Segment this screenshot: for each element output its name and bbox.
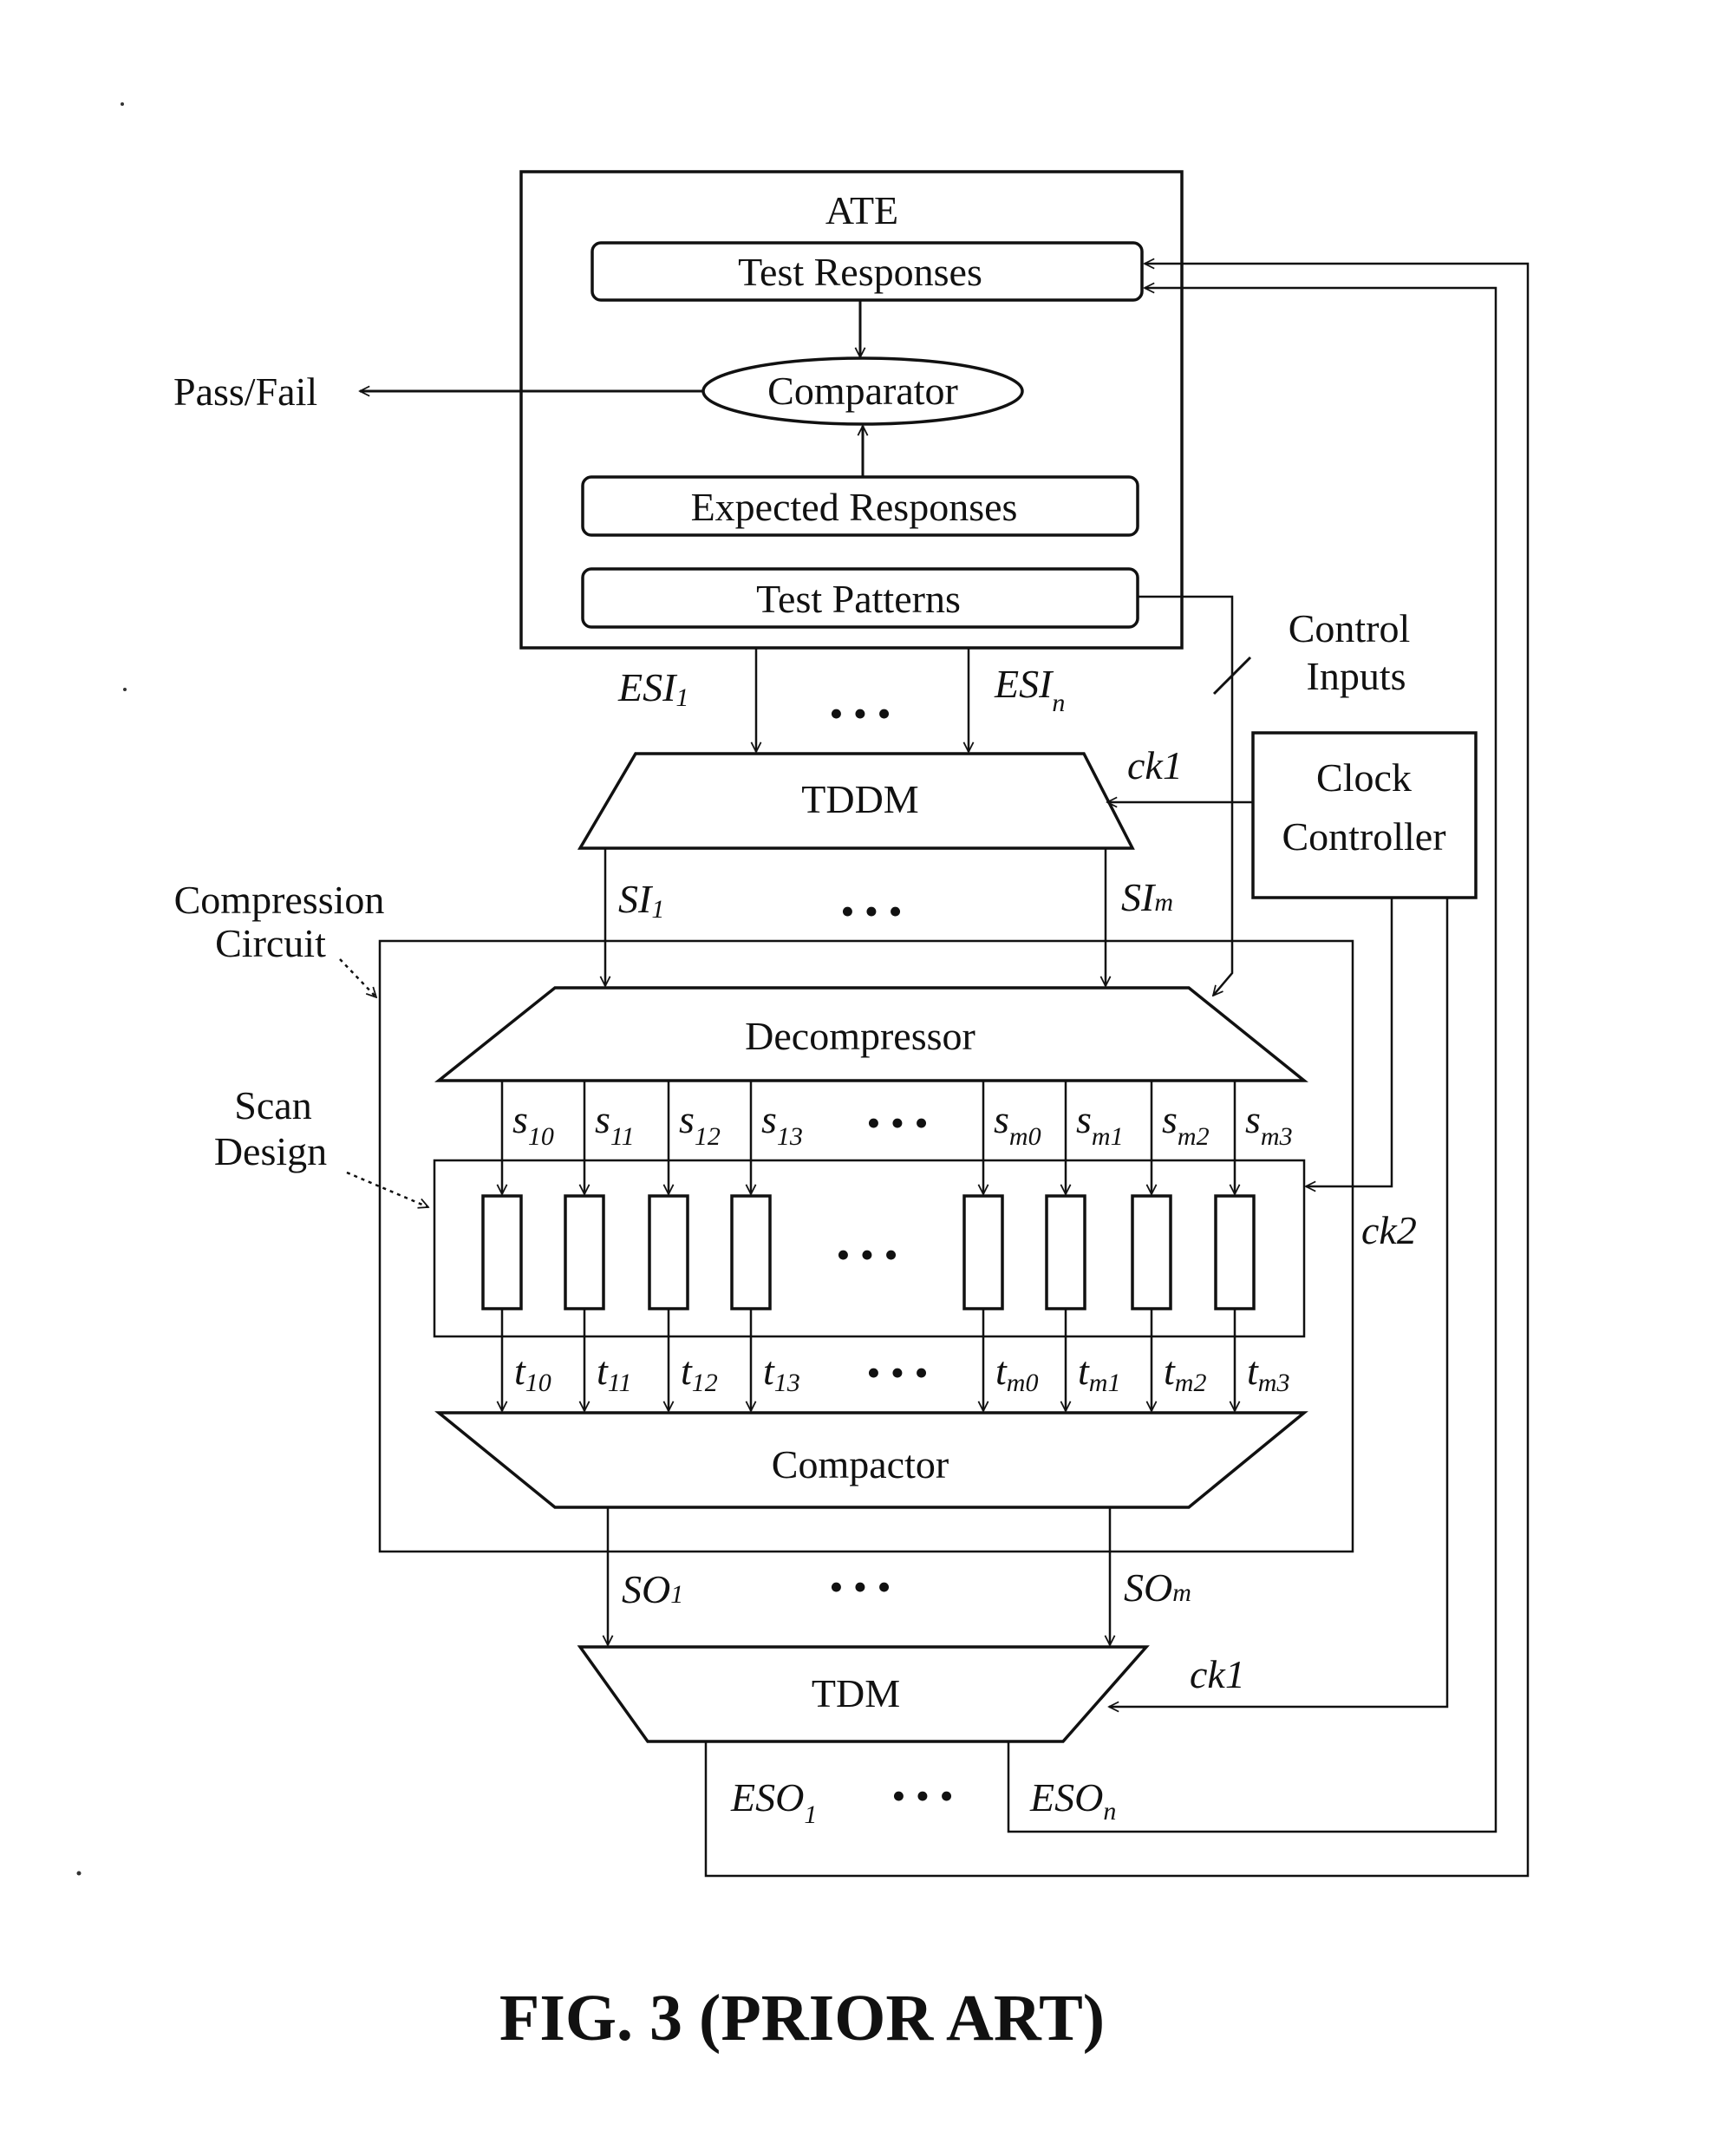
decompressor-label: Decompressor <box>745 1014 975 1058</box>
scan-input-label: sm3 <box>1245 1097 1293 1151</box>
scan-chain <box>1214 1194 1256 1310</box>
eso-ellipsis: • • • <box>891 1774 953 1818</box>
scan-input-label: s11 <box>595 1097 635 1151</box>
so-m-label: SOm <box>1124 1565 1191 1610</box>
tddm-label: TDDM <box>801 777 918 821</box>
scan-chain <box>648 1194 689 1310</box>
clock-controller-label-line2: Controller <box>1282 814 1445 859</box>
scan-design-label-line1: Scan <box>234 1083 311 1127</box>
scan-input-label: s10 <box>512 1097 554 1151</box>
scan-design-label-line2: Design <box>214 1129 327 1173</box>
ate-block: ATE Test Responses Comparator Expected R… <box>519 170 1184 650</box>
scan-input-label: sm0 <box>994 1097 1041 1151</box>
ck1-bottom-label: ck1 <box>1190 1652 1245 1696</box>
tdm-label: TDM <box>812 1671 900 1715</box>
control-inputs-label-line1: Control <box>1289 606 1411 650</box>
diagram-canvas: ATE Test Responses Comparator Expected R… <box>76 102 1530 2055</box>
speck <box>76 1871 82 1876</box>
compression-circuit-label-line1: Compression <box>174 878 385 922</box>
scan-output-label: t12 <box>681 1349 718 1397</box>
compression-circuit-label-line2: Circuit <box>215 921 326 965</box>
chain-ellipsis: • • • <box>836 1232 897 1277</box>
scan-design-pointer <box>346 1171 428 1207</box>
s-ellipsis: • • • <box>866 1101 928 1145</box>
scan-chain <box>962 1194 1004 1310</box>
ck1-top-label: ck1 <box>1127 743 1183 787</box>
control-inputs-line <box>1138 595 1234 996</box>
control-inputs-label-line2: Inputs <box>1307 654 1406 698</box>
scan-input-label: sm1 <box>1076 1097 1124 1151</box>
comparator-label: Comparator <box>767 369 958 413</box>
test-patterns-label: Test Patterns <box>756 577 961 621</box>
scan-chain <box>1131 1194 1172 1310</box>
ate-title: ATE <box>825 188 898 232</box>
eso-n-label: ESOn <box>1029 1775 1116 1826</box>
scan-output-label: tm2 <box>1164 1349 1206 1397</box>
scan-chain <box>1045 1194 1086 1310</box>
esi-1-label: ESI1 <box>617 665 688 712</box>
si-m-label: SIm <box>1121 875 1173 919</box>
si-1-label: SI1 <box>618 877 664 924</box>
scan-input-label: s12 <box>679 1097 721 1151</box>
speck <box>123 688 127 691</box>
scan-output-label: tm1 <box>1078 1349 1120 1397</box>
scan-chain <box>481 1194 523 1310</box>
scan-output-label: t10 <box>514 1349 551 1397</box>
pass-fail-label: Pass/Fail <box>173 369 317 414</box>
scan-input-label: s13 <box>761 1097 803 1151</box>
scan-output-label: tm0 <box>995 1349 1038 1397</box>
ck2-label: ck2 <box>1361 1208 1417 1252</box>
si-ellipsis: • • • <box>840 889 902 933</box>
scan-input-label: sm2 <box>1162 1097 1210 1151</box>
clock-controller-label-line1: Clock <box>1316 755 1412 800</box>
compression-circuit-pointer <box>339 958 376 997</box>
scan-output-label: tm3 <box>1247 1349 1289 1397</box>
t-ellipsis: • • • <box>866 1350 928 1395</box>
scan-chain <box>564 1194 605 1310</box>
scan-output-label: t13 <box>763 1349 800 1397</box>
scan-output-label: t11 <box>597 1349 632 1397</box>
so-1-label: SO1 <box>622 1567 683 1611</box>
so-ellipsis: • • • <box>829 1565 891 1609</box>
eso-1-label: ESO1 <box>730 1775 817 1829</box>
esi-n-label: ESIn <box>994 662 1065 717</box>
expected-responses-label: Expected Responses <box>691 485 1018 529</box>
test-responses-label: Test Responses <box>738 250 982 294</box>
esi-ellipsis: • • • <box>829 691 891 735</box>
compactor-label: Compactor <box>772 1442 949 1486</box>
figure-caption: FIG. 3 (PRIOR ART) <box>499 1982 1105 2055</box>
speck <box>121 102 124 106</box>
scan-chain <box>730 1194 772 1310</box>
